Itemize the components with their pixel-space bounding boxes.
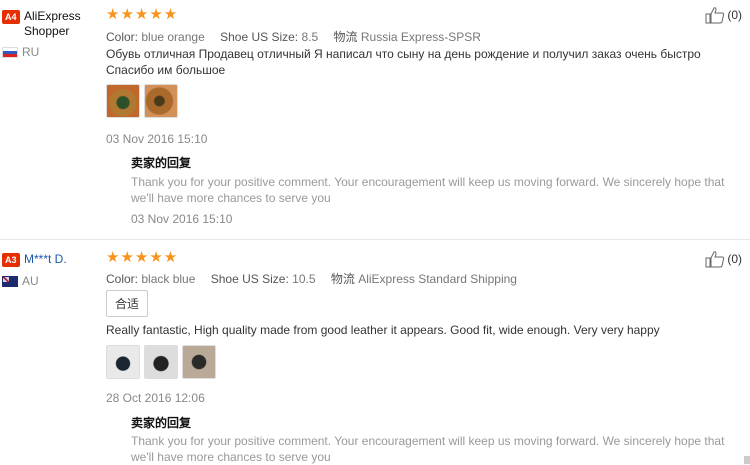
seller-reply-title: 卖家的回复 <box>131 416 192 430</box>
review-divider <box>0 239 750 240</box>
seller-reply-text: Thank you for your positive comment. You… <box>131 434 725 464</box>
review-text: Really fantastic, High quality made from… <box>106 323 660 337</box>
review-date: 28 Oct 2016 12:06 <box>106 391 205 405</box>
review-meta: Color: blue orange Shoe US Size: 8.5 物流 … <box>106 28 493 45</box>
helpful-button[interactable]: (0) <box>705 6 742 24</box>
color-value: black blue <box>141 272 196 286</box>
star-rating: ★★★★★ <box>106 6 179 23</box>
buyer-level-badge: A4 <box>2 10 20 24</box>
helpful-count: (0) <box>727 252 742 266</box>
size-label: Shoe US Size: <box>220 30 299 44</box>
reviewer-name[interactable]: M***t D. <box>24 252 104 267</box>
review-photo[interactable] <box>106 84 140 118</box>
logistics-value: AliExpress Standard Shipping <box>358 272 517 286</box>
fit-tag: 合适 <box>106 290 149 317</box>
review-photo[interactable] <box>144 345 178 379</box>
reviewer-country: AU <box>2 274 39 288</box>
seller-reply-text: Thank you for your positive comment. You… <box>131 175 725 205</box>
color-label: Color: <box>106 272 139 286</box>
country-code: RU <box>22 45 40 59</box>
size-value: 10.5 <box>292 272 316 286</box>
star-rating: ★★★★★ <box>106 249 179 266</box>
seller-reply-date: 03 Nov 2016 15:10 <box>131 212 233 226</box>
review-photo[interactable] <box>106 345 140 379</box>
thumbs-up-icon <box>705 7 725 24</box>
review-meta: Color: black blue Shoe US Size: 10.5 物流 … <box>106 270 529 287</box>
review-text: Обувь отличная Продавец отличный Я напис… <box>106 47 701 77</box>
color-value: blue orange <box>141 30 205 44</box>
reviewer-country: RU <box>2 45 39 59</box>
helpful-count: (0) <box>727 8 742 22</box>
size-value: 8.5 <box>301 30 319 44</box>
review-photos <box>106 84 178 118</box>
size-label: Shoe US Size: <box>210 272 289 286</box>
review-photo[interactable] <box>182 345 216 379</box>
review-date: 03 Nov 2016 15:10 <box>106 132 208 146</box>
thumbs-up-icon <box>705 251 725 268</box>
color-label: Color: <box>106 30 139 44</box>
seller-reply-title: 卖家的回复 <box>131 156 192 170</box>
country-code: AU <box>22 274 39 288</box>
reviewer-name: AliExpress Shopper <box>24 9 81 38</box>
au-flag-icon <box>2 275 18 287</box>
logistics-label: 物流 <box>333 30 358 44</box>
buyer-level-badge: A3 <box>2 253 20 267</box>
logistics-label: 物流 <box>330 272 355 286</box>
scrollbar-corner <box>744 456 750 464</box>
review-photos <box>106 345 216 379</box>
helpful-button[interactable]: (0) <box>705 250 742 268</box>
logistics-value: Russia Express-SPSR <box>360 30 481 44</box>
ru-flag-icon <box>2 46 18 58</box>
review-photo[interactable] <box>144 84 178 118</box>
